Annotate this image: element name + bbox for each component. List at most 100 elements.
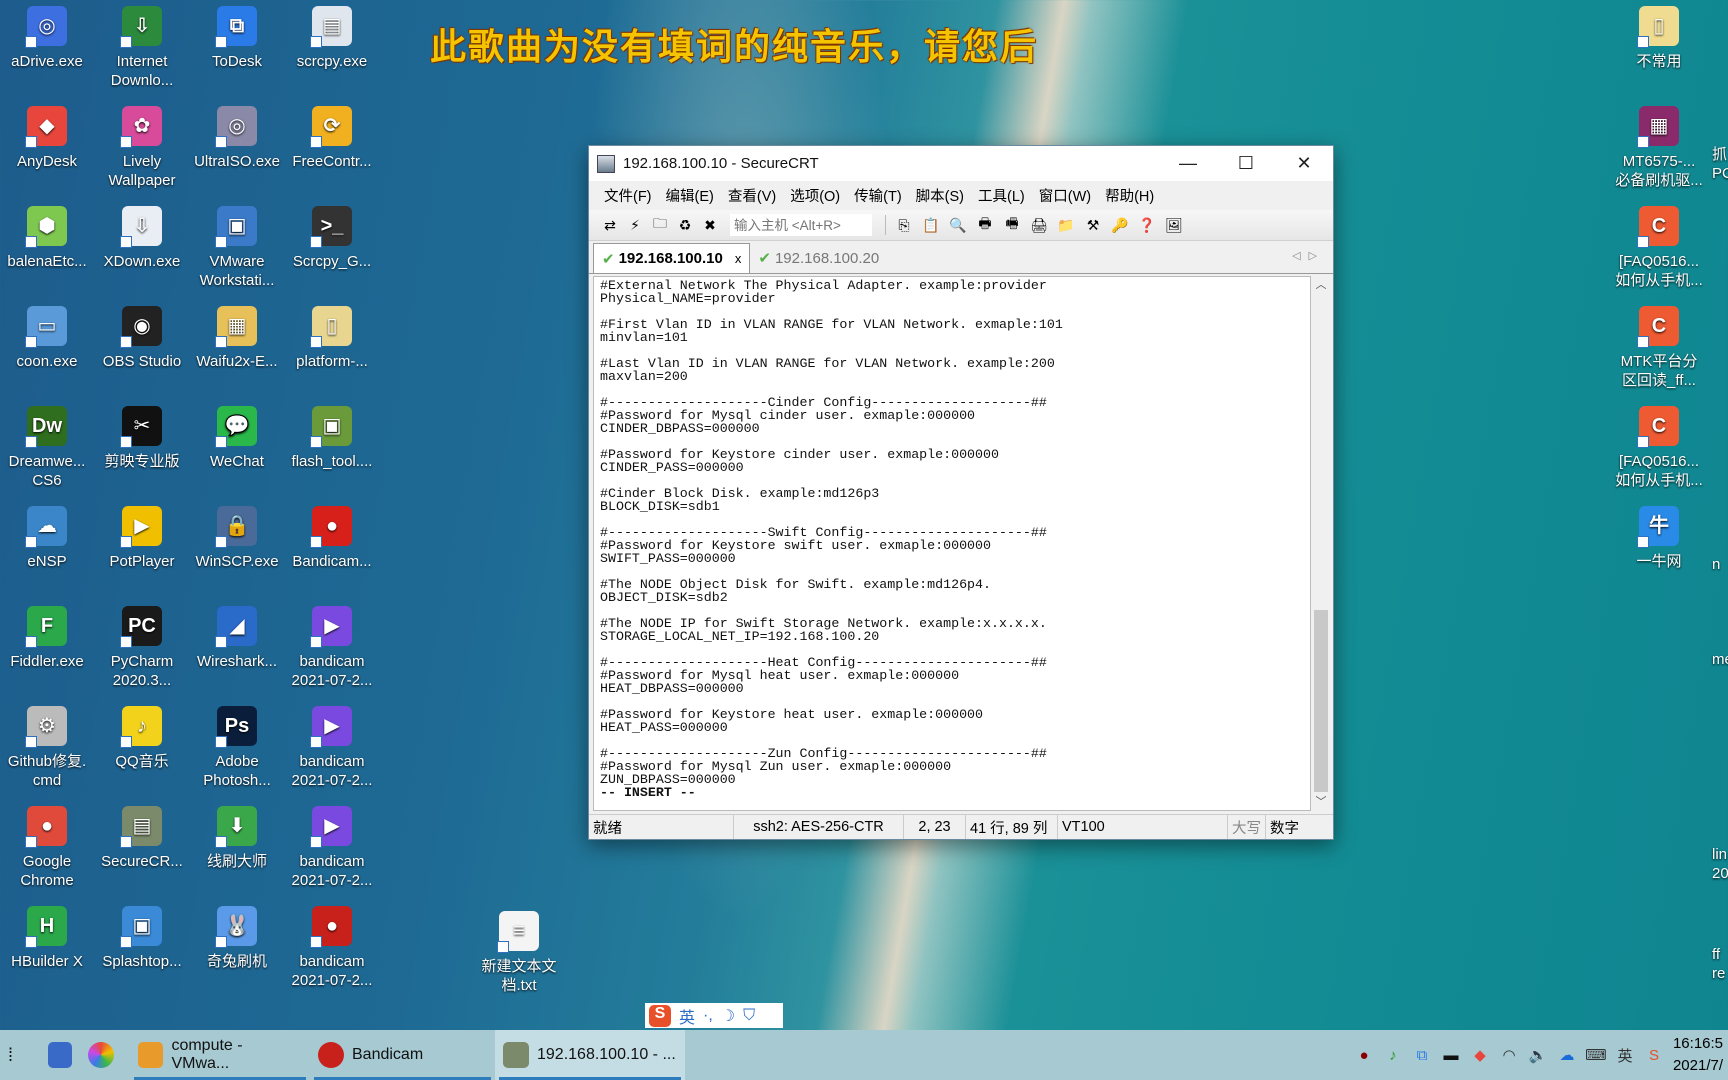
desktop-icon[interactable]: ▣ Splashtop... xyxy=(95,902,189,971)
battery-icon[interactable]: ▬ xyxy=(1441,1045,1461,1065)
desktop-icon[interactable]: C [FAQ0516... 如何从手机... xyxy=(1612,202,1706,290)
this-pc-icon[interactable] xyxy=(40,1030,80,1080)
connect-icon[interactable]: ⇄ xyxy=(599,214,621,236)
desktop-icon[interactable]: C MTK平台分 区回读_ff... xyxy=(1612,302,1706,390)
print-selection-icon[interactable]: 🖷 xyxy=(1001,214,1023,236)
terminal[interactable]: #External Network The Physical Adapter. … xyxy=(593,276,1311,811)
menu-item[interactable]: 窗口(W) xyxy=(1032,185,1098,206)
desktop-icon-label-cropped[interactable]: n xyxy=(1712,555,1720,574)
desktop-icon[interactable]: ⇩ Internet Downlo... xyxy=(95,2,189,90)
onedrive-icon[interactable]: ☁ xyxy=(1557,1045,1577,1065)
desktop-icon[interactable]: ◎ aDrive.exe xyxy=(0,2,94,71)
taskbar-app-button[interactable]: compute - VMwa... xyxy=(130,1030,310,1080)
taskbar-app-button[interactable]: 192.168.100.10 - ... xyxy=(495,1030,685,1080)
desktop-icon[interactable]: ▯ platform-... xyxy=(285,302,379,371)
desktop-icon-label-cropped[interactable]: me xyxy=(1712,650,1728,669)
clock[interactable]: 16:16:5 2021/7/ xyxy=(1668,1033,1728,1077)
desktop-icon[interactable]: ▶ bandicam 2021-07-2... xyxy=(285,802,379,890)
desktop-icon[interactable]: ◉ OBS Studio xyxy=(95,302,189,371)
print-icon[interactable]: 🖶 xyxy=(974,214,996,236)
tab-192-168-100-20[interactable]: ✔ 192.168.100.20 xyxy=(750,243,887,273)
desktop-icon[interactable]: ● bandicam 2021-07-2... xyxy=(285,902,379,990)
volume-icon[interactable]: 🔈 xyxy=(1528,1045,1548,1065)
host-input[interactable] xyxy=(730,214,872,236)
desktop-icon[interactable]: ▣ flash_tool.... xyxy=(285,402,379,471)
menu-item[interactable]: 编辑(E) xyxy=(659,185,721,206)
desktop-icon[interactable]: ▯ 不常用 xyxy=(1612,2,1706,71)
help-icon[interactable]: ❓ xyxy=(1136,214,1158,236)
desktop-icon[interactable]: ◢ Wireshark... xyxy=(190,602,284,671)
desktop-icon[interactable]: ◎ UltraISO.exe xyxy=(190,102,284,171)
desktop-icon[interactable]: ♪ QQ音乐 xyxy=(95,702,189,771)
desktop-icon[interactable]: ⬇ 线刷大师 xyxy=(190,802,284,871)
scroll-up-icon[interactable]: ︿ xyxy=(1311,276,1331,294)
desktop-icon[interactable]: 牛一牛网 xyxy=(1612,502,1706,571)
find-icon[interactable]: 🔍 xyxy=(947,214,969,236)
global-options-icon[interactable]: ⚒ xyxy=(1082,214,1104,236)
desktop-icon[interactable]: PC PyCharm 2020.3... xyxy=(95,602,189,690)
wifi-icon[interactable]: ◠ xyxy=(1499,1045,1519,1065)
maximize-button[interactable]: ☐ xyxy=(1217,146,1275,181)
menu-item[interactable]: 传输(T) xyxy=(847,185,909,206)
desktop-icon[interactable]: ▤ SecureCR... xyxy=(95,802,189,871)
desktop-icon[interactable]: ▦ Waifu2x-E... xyxy=(190,302,284,371)
desktop-icon[interactable]: ◆ AnyDesk xyxy=(0,102,94,171)
menu-item[interactable]: 文件(F) xyxy=(597,185,659,206)
menu-item[interactable]: 帮助(H) xyxy=(1098,185,1161,206)
keymap-icon[interactable]: 🔑 xyxy=(1109,214,1131,236)
scrollbar-thumb[interactable] xyxy=(1314,610,1328,792)
sogou-tray-icon[interactable]: S xyxy=(1644,1045,1664,1065)
desktop-icon-label-cropped[interactable]: ff re xyxy=(1712,945,1725,983)
desktop-icon-label-cropped[interactable]: lin 20 xyxy=(1712,845,1728,883)
ime-lang-toggle[interactable]: 英 xyxy=(679,1004,695,1028)
desktop-icon-label-cropped[interactable]: 抓 PC xyxy=(1712,145,1728,183)
desktop-icon[interactable]: Ps Adobe Photosh... xyxy=(190,702,284,790)
qqmusic-tray-icon[interactable]: ♪ xyxy=(1383,1045,1403,1065)
paste-icon[interactable]: 📋 xyxy=(920,214,942,236)
desktop-icon[interactable]: C [FAQ0516... 如何从手机... xyxy=(1612,402,1706,490)
desktop-icon[interactable]: Dw Dreamwe... CS6 xyxy=(0,402,94,490)
desktop-icon[interactable]: ▶ bandicam 2021-07-2... xyxy=(285,702,379,790)
ime-punct-toggle[interactable]: ·, xyxy=(703,1007,713,1025)
menu-item[interactable]: 工具(L) xyxy=(971,185,1032,206)
desktop-icon[interactable]: ✂ 剪映专业版 xyxy=(95,402,189,471)
sftp-icon[interactable]: 🖼 xyxy=(1163,214,1185,236)
desktop-icon[interactable]: ⚙ Github修复. cmd xyxy=(0,702,94,790)
disconnect-icon[interactable]: ✖ xyxy=(699,214,721,236)
scroll-down-icon[interactable]: ﹀ xyxy=(1311,793,1331,811)
keyboard-icon[interactable]: ⌨ xyxy=(1585,1045,1607,1065)
desktop-icon[interactable]: >_ Scrcpy_G... xyxy=(285,202,379,271)
ime-moon-icon[interactable]: ☽ xyxy=(721,1006,735,1026)
desktop-icon[interactable]: H HBuilder X xyxy=(0,902,94,971)
tab-192-168-100-10[interactable]: ✔ 192.168.100.10 x xyxy=(593,243,751,273)
desktop-icon[interactable]: ▭ coon.exe xyxy=(0,302,94,371)
desktop-icon[interactable]: ▣ VMware Workstati... xyxy=(190,202,284,290)
desktop-icon[interactable]: ≡ 新建文本文 档.txt xyxy=(472,907,566,995)
desktop-icon[interactable]: 💬 WeChat xyxy=(190,402,284,471)
desktop-icon[interactable]: ⇩ XDown.exe xyxy=(95,202,189,271)
task-view-icon[interactable]: ⁞ xyxy=(0,1030,40,1080)
anydesk-tray-icon[interactable]: ◆ xyxy=(1470,1045,1490,1065)
desktop-icon[interactable]: ▶ PotPlayer xyxy=(95,502,189,571)
desktop-icon[interactable]: 🐰 奇兔刷机 xyxy=(190,902,284,971)
menu-item[interactable]: 脚本(S) xyxy=(909,185,971,206)
desktop-icon[interactable]: ▶ bandicam 2021-07-2... xyxy=(285,602,379,690)
close-button[interactable]: ✕ xyxy=(1275,146,1333,181)
todesk-tray-icon[interactable]: ⧉ xyxy=(1412,1045,1432,1065)
ime-lang-icon[interactable]: 英 xyxy=(1615,1045,1635,1065)
session-options-icon[interactable]: 📁 xyxy=(1055,214,1077,236)
desktop-icon[interactable]: ☁ eNSP xyxy=(0,502,94,571)
colorful-app-icon[interactable] xyxy=(80,1030,130,1080)
bandicam-tray-icon[interactable]: ● xyxy=(1354,1045,1374,1065)
desktop-icon[interactable]: ⬢ balenaEtc... xyxy=(0,202,94,271)
desktop-icon[interactable]: ● Bandicam... xyxy=(285,502,379,571)
reconnect-icon[interactable]: ♻ xyxy=(674,214,696,236)
desktop-icon[interactable]: ✿ Lively Wallpaper xyxy=(95,102,189,190)
desktop-icon[interactable]: 🔒 WinSCP.exe xyxy=(190,502,284,571)
sogou-ime-bar[interactable]: S 英 ·, ☽ ⛉ xyxy=(645,1003,783,1028)
terminal-scrollbar[interactable]: ︿ ﹀ xyxy=(1311,276,1331,811)
ime-skin-icon[interactable]: ⛉ xyxy=(743,1007,755,1025)
tab-close-button[interactable]: x xyxy=(735,251,742,266)
desktop-icon[interactable]: ● Google Chrome xyxy=(0,802,94,890)
desktop-icon[interactable]: ▦ MT6575-... 必备刷机驱... xyxy=(1612,102,1706,190)
